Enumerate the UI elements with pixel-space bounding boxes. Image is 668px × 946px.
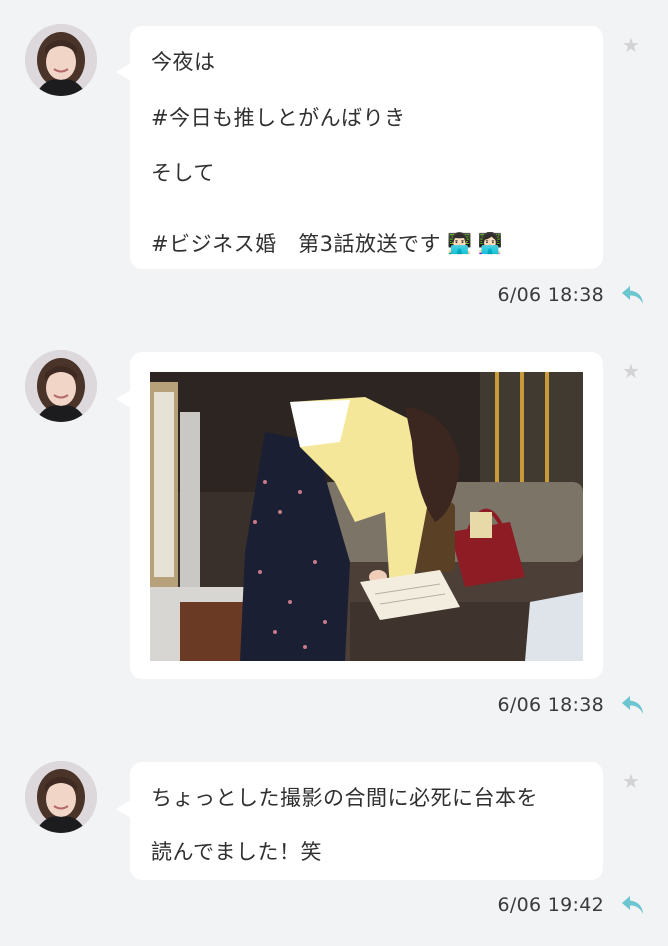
star-icon[interactable]: ★ [620, 770, 642, 792]
message-meta: 6/06 18:38 [498, 690, 646, 720]
message-meta: 6/06 18:38 [498, 280, 646, 310]
message-text-line: #ビジネス婚 第3話放送です [151, 232, 441, 256]
message-photo[interactable] [150, 372, 583, 661]
message-text-line: 読んでました！笑 [151, 840, 322, 864]
avatar[interactable] [25, 761, 97, 833]
avatar[interactable] [25, 350, 97, 422]
avatar[interactable] [25, 24, 97, 96]
message-text-line: そして [151, 161, 215, 185]
message-bubble: .b1::before{top:37px;} 今夜は #今日も推しとがんばりき … [116, 26, 603, 269]
reply-arrow-icon[interactable] [620, 893, 646, 917]
timestamp: 6/06 18:38 [497, 694, 604, 716]
reply-arrow-icon[interactable] [620, 693, 646, 717]
message-meta: 6/06 19:42 [498, 890, 646, 920]
message-text-line: #今日も推しとがんばりき [151, 106, 406, 130]
emoji-man-technologist: 👨🏻‍💻 [446, 231, 472, 255]
message-bubble [116, 352, 603, 679]
star-icon[interactable]: ★ [620, 360, 642, 382]
message-text-line: ちょっとした撮影の合間に必死に台本を [151, 786, 538, 810]
emoji-woman-technologist: 👩🏻‍💻 [477, 231, 503, 255]
timestamp: 6/06 18:38 [497, 284, 604, 306]
message-text-line: 今夜は [151, 50, 216, 74]
star-icon[interactable]: ★ [620, 34, 642, 56]
timestamp: 6/06 19:42 [497, 894, 604, 916]
reply-arrow-icon[interactable] [620, 283, 646, 307]
message-bubble: ちょっとした撮影の合間に必死に台本を 読んでました！笑 [116, 762, 603, 880]
